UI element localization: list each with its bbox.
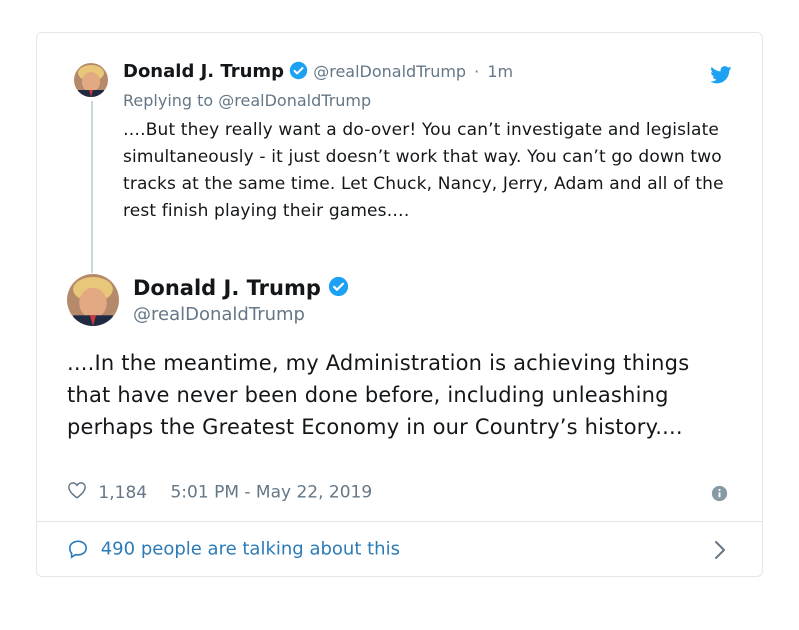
dot-separator: ·	[474, 62, 480, 81]
reply-tweet-text: ….But they really want a do-over! You ca…	[123, 120, 724, 221]
like-count[interactable]: 1,184	[98, 483, 147, 503]
conversation-link[interactable]: 490 people are talking about this	[67, 538, 400, 560]
tweet-meta-row: 1,184 5:01 PM - May 22, 2019	[67, 481, 372, 505]
main-tweet-text: ....In the meantime, my Administration i…	[67, 351, 690, 439]
talking-about-text[interactable]: 490 people are talking about this	[101, 539, 400, 560]
main-author-avatar[interactable]	[67, 274, 119, 326]
reply-time-ago[interactable]: 1m	[487, 62, 513, 81]
main-author-name-row: Donald J. Trump	[133, 276, 349, 302]
reply-author-name[interactable]: Donald J. Trump	[123, 61, 284, 82]
tweet-timestamp[interactable]: 5:01 PM - May 22, 2019	[170, 483, 372, 503]
verified-badge-icon	[289, 61, 308, 84]
heart-icon[interactable]	[67, 481, 87, 504]
verified-badge-icon	[328, 276, 349, 302]
footer-divider	[37, 521, 762, 522]
reply-author-avatar[interactable]	[74, 63, 108, 97]
speech-bubble-icon	[68, 540, 88, 559]
replying-to-label[interactable]: Replying to @realDonaldTrump	[123, 91, 371, 110]
main-author-name[interactable]: Donald J. Trump	[133, 276, 321, 300]
main-author-handle[interactable]: @realDonaldTrump	[133, 304, 305, 325]
embedded-tweet-card: Donald J. Trump @realDonaldTrump · 1m Re…	[36, 32, 763, 577]
chevron-right-icon[interactable]	[714, 540, 726, 564]
reply-author-handle[interactable]: @realDonaldTrump	[313, 62, 466, 81]
thread-connector-line	[91, 101, 93, 273]
twitter-bird-icon[interactable]	[710, 66, 732, 88]
reply-header: Donald J. Trump @realDonaldTrump · 1m	[123, 61, 513, 87]
info-icon[interactable]	[711, 485, 728, 506]
